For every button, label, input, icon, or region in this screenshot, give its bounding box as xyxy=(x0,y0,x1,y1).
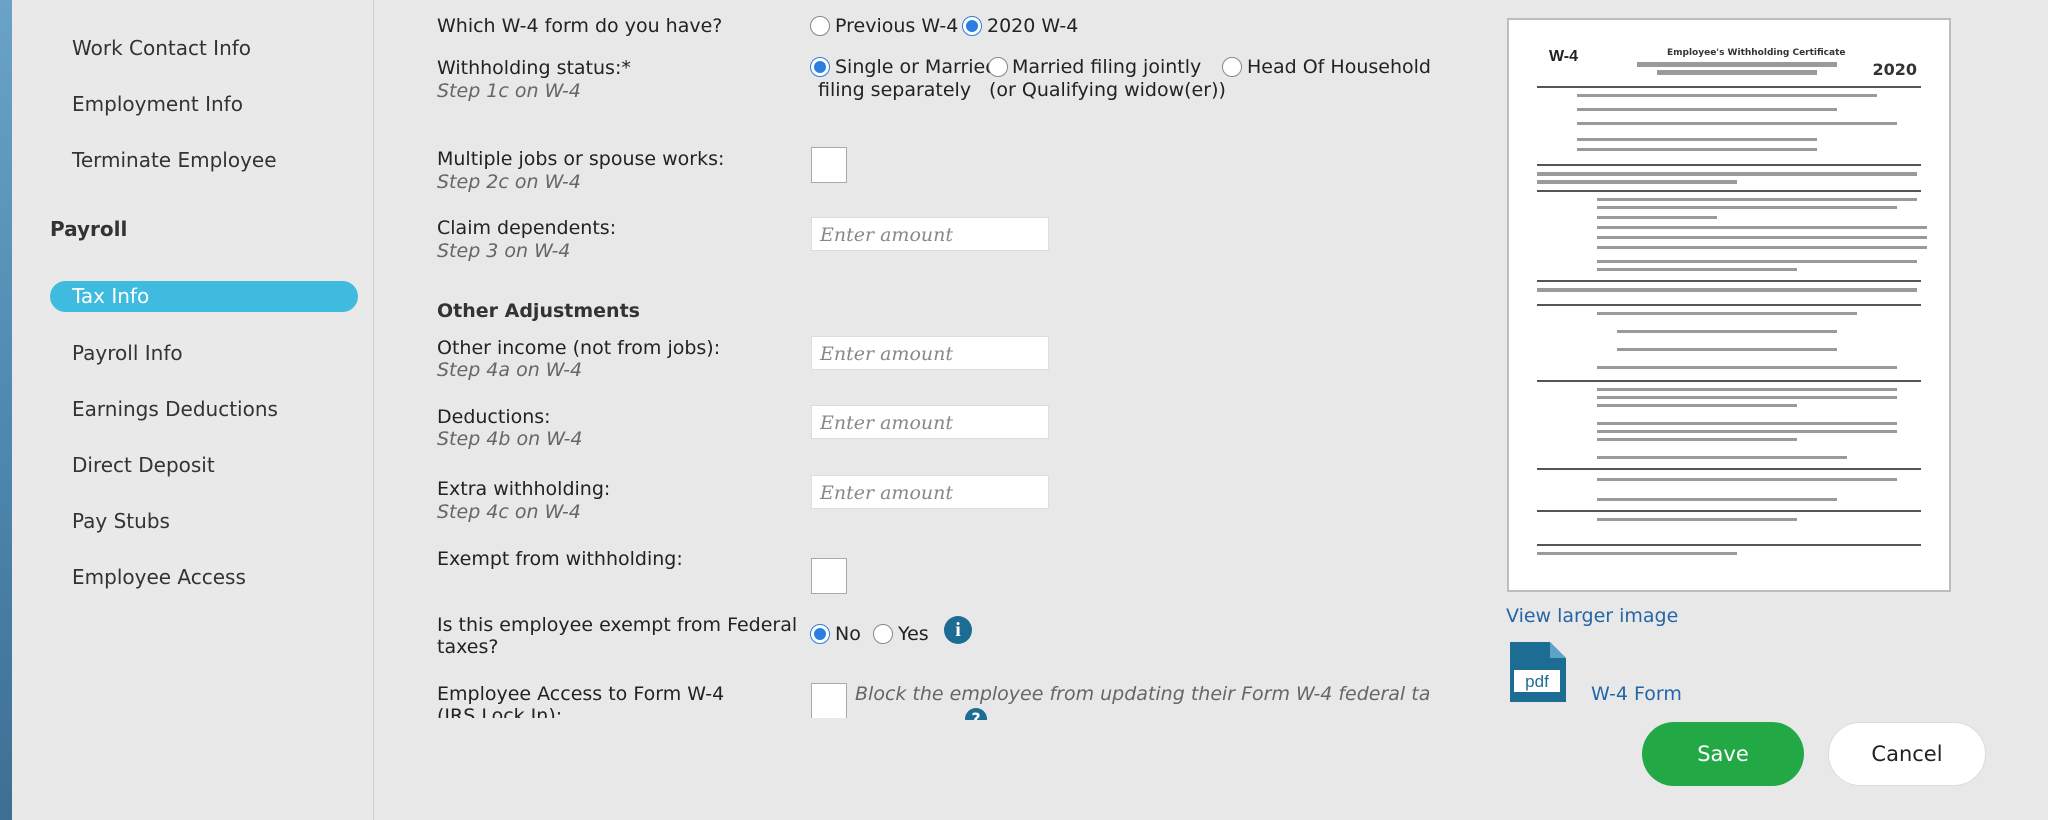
sidebar-item-tax-info[interactable]: Tax Info xyxy=(50,281,358,312)
employee-access-description: Block the employee from updating their F… xyxy=(855,683,1430,705)
radio-single-label-line2: filing separately xyxy=(818,79,972,101)
multiple-jobs-label: Multiple jobs or spouse works: xyxy=(437,148,725,170)
employee-access-row: Employee Access to Form W-4 (IRS Lock In… xyxy=(430,670,1430,718)
extra-withholding-label: Extra withholding: xyxy=(437,478,611,500)
radio-federal-yes-label: Yes xyxy=(898,623,929,645)
other-income-label: Other income (not from jobs): xyxy=(437,337,721,359)
w4-form-code: W-4 xyxy=(1549,48,1579,65)
radio-head-of-household-label: Head Of Household xyxy=(1247,56,1431,78)
sidebar-item-label: Tax Info xyxy=(72,284,150,308)
sidebar-item-direct-deposit[interactable]: Direct Deposit xyxy=(72,453,215,477)
w4-form-thumbnail[interactable]: W-4 Employee's Withholding Certificate 2… xyxy=(1507,18,1951,592)
radio-married-jointly[interactable] xyxy=(988,57,1008,77)
employee-access-label-line2: (IRS Lock In): xyxy=(437,705,563,718)
deductions-step: Step 4b on W-4 xyxy=(437,428,583,450)
multiple-jobs-step: Step 2c on W-4 xyxy=(437,171,581,193)
extra-withholding-input[interactable]: Enter amount xyxy=(811,475,1049,509)
info-icon[interactable]: i xyxy=(944,616,972,644)
cancel-button[interactable]: Cancel xyxy=(1828,722,1986,786)
extra-withholding-step: Step 4c on W-4 xyxy=(437,501,581,523)
sidebar-item-earnings-deductions[interactable]: Earnings Deductions xyxy=(72,397,278,421)
radio-single[interactable] xyxy=(810,57,830,77)
multiple-jobs-checkbox[interactable] xyxy=(811,147,847,183)
pdf-icon[interactable]: pdf xyxy=(1506,640,1568,704)
radio-previous-w4-label: Previous W-4 xyxy=(835,15,959,37)
employee-access-checkbox[interactable] xyxy=(811,683,847,718)
save-button[interactable]: Save xyxy=(1642,722,1804,786)
sidebar-item-pay-stubs[interactable]: Pay Stubs xyxy=(72,509,170,533)
federal-exempt-label-line2: taxes? xyxy=(437,636,499,658)
other-income-step: Step 4a on W-4 xyxy=(437,359,583,381)
radio-married-jointly-label: Married filing jointly xyxy=(1012,56,1202,78)
other-adjustments-heading: Other Adjustments xyxy=(437,300,640,322)
withholding-status-step: Step 1c on W-4 xyxy=(437,80,581,102)
dependents-step: Step 3 on W-4 xyxy=(437,240,571,262)
deductions-label: Deductions: xyxy=(437,406,551,428)
w4-version-label: Which W-4 form do you have? xyxy=(437,15,723,37)
dependents-amount-input[interactable]: Enter amount xyxy=(811,217,1049,251)
radio-2020-w4-label: 2020 W-4 xyxy=(987,15,1079,37)
sidebar-item-work-contact-info[interactable]: Work Contact Info xyxy=(72,36,251,60)
w4-form-title: Employee's Withholding Certificate xyxy=(1667,48,1846,58)
w4-form-year: 2020 xyxy=(1872,60,1917,79)
pdf-icon-label: pdf xyxy=(1525,672,1549,691)
sidebar-item-employment-info[interactable]: Employment Info xyxy=(72,92,243,116)
radio-previous-w4[interactable] xyxy=(810,16,830,36)
employee-access-label: Employee Access to Form W-4 xyxy=(437,683,725,705)
radio-federal-no[interactable] xyxy=(810,624,830,644)
federal-exempt-label: Is this employee exempt from Federal xyxy=(437,614,798,636)
radio-head-of-household[interactable] xyxy=(1222,57,1242,77)
withholding-status-label: Withholding status:* xyxy=(437,57,631,79)
sidebar: Work Contact Info Employment Info Termin… xyxy=(12,0,374,820)
radio-single-label: Single or Married xyxy=(835,56,998,78)
dependents-label: Claim dependents: xyxy=(437,217,617,239)
sidebar-section-payroll: Payroll xyxy=(50,217,128,241)
sidebar-item-employee-access[interactable]: Employee Access xyxy=(72,565,246,589)
radio-federal-yes[interactable] xyxy=(873,624,893,644)
radio-2020-w4[interactable] xyxy=(962,16,982,36)
sidebar-item-terminate-employee[interactable]: Terminate Employee xyxy=(72,148,277,172)
radio-married-jointly-label-line2: (or Qualifying widow(er)) xyxy=(989,79,1226,101)
exempt-withholding-label: Exempt from withholding: xyxy=(437,548,683,570)
exempt-withholding-checkbox[interactable] xyxy=(811,558,847,594)
left-accent-strip xyxy=(0,0,12,820)
other-income-input[interactable]: Enter amount xyxy=(811,336,1049,370)
deductions-input[interactable]: Enter amount xyxy=(811,405,1049,439)
sidebar-item-payroll-info[interactable]: Payroll Info xyxy=(72,341,183,365)
view-larger-image-link[interactable]: View larger image xyxy=(1506,605,1678,627)
radio-federal-no-label: No xyxy=(835,623,861,645)
help-icon[interactable]: ? xyxy=(965,708,987,720)
w4-form-link[interactable]: W-4 Form xyxy=(1591,683,1682,705)
